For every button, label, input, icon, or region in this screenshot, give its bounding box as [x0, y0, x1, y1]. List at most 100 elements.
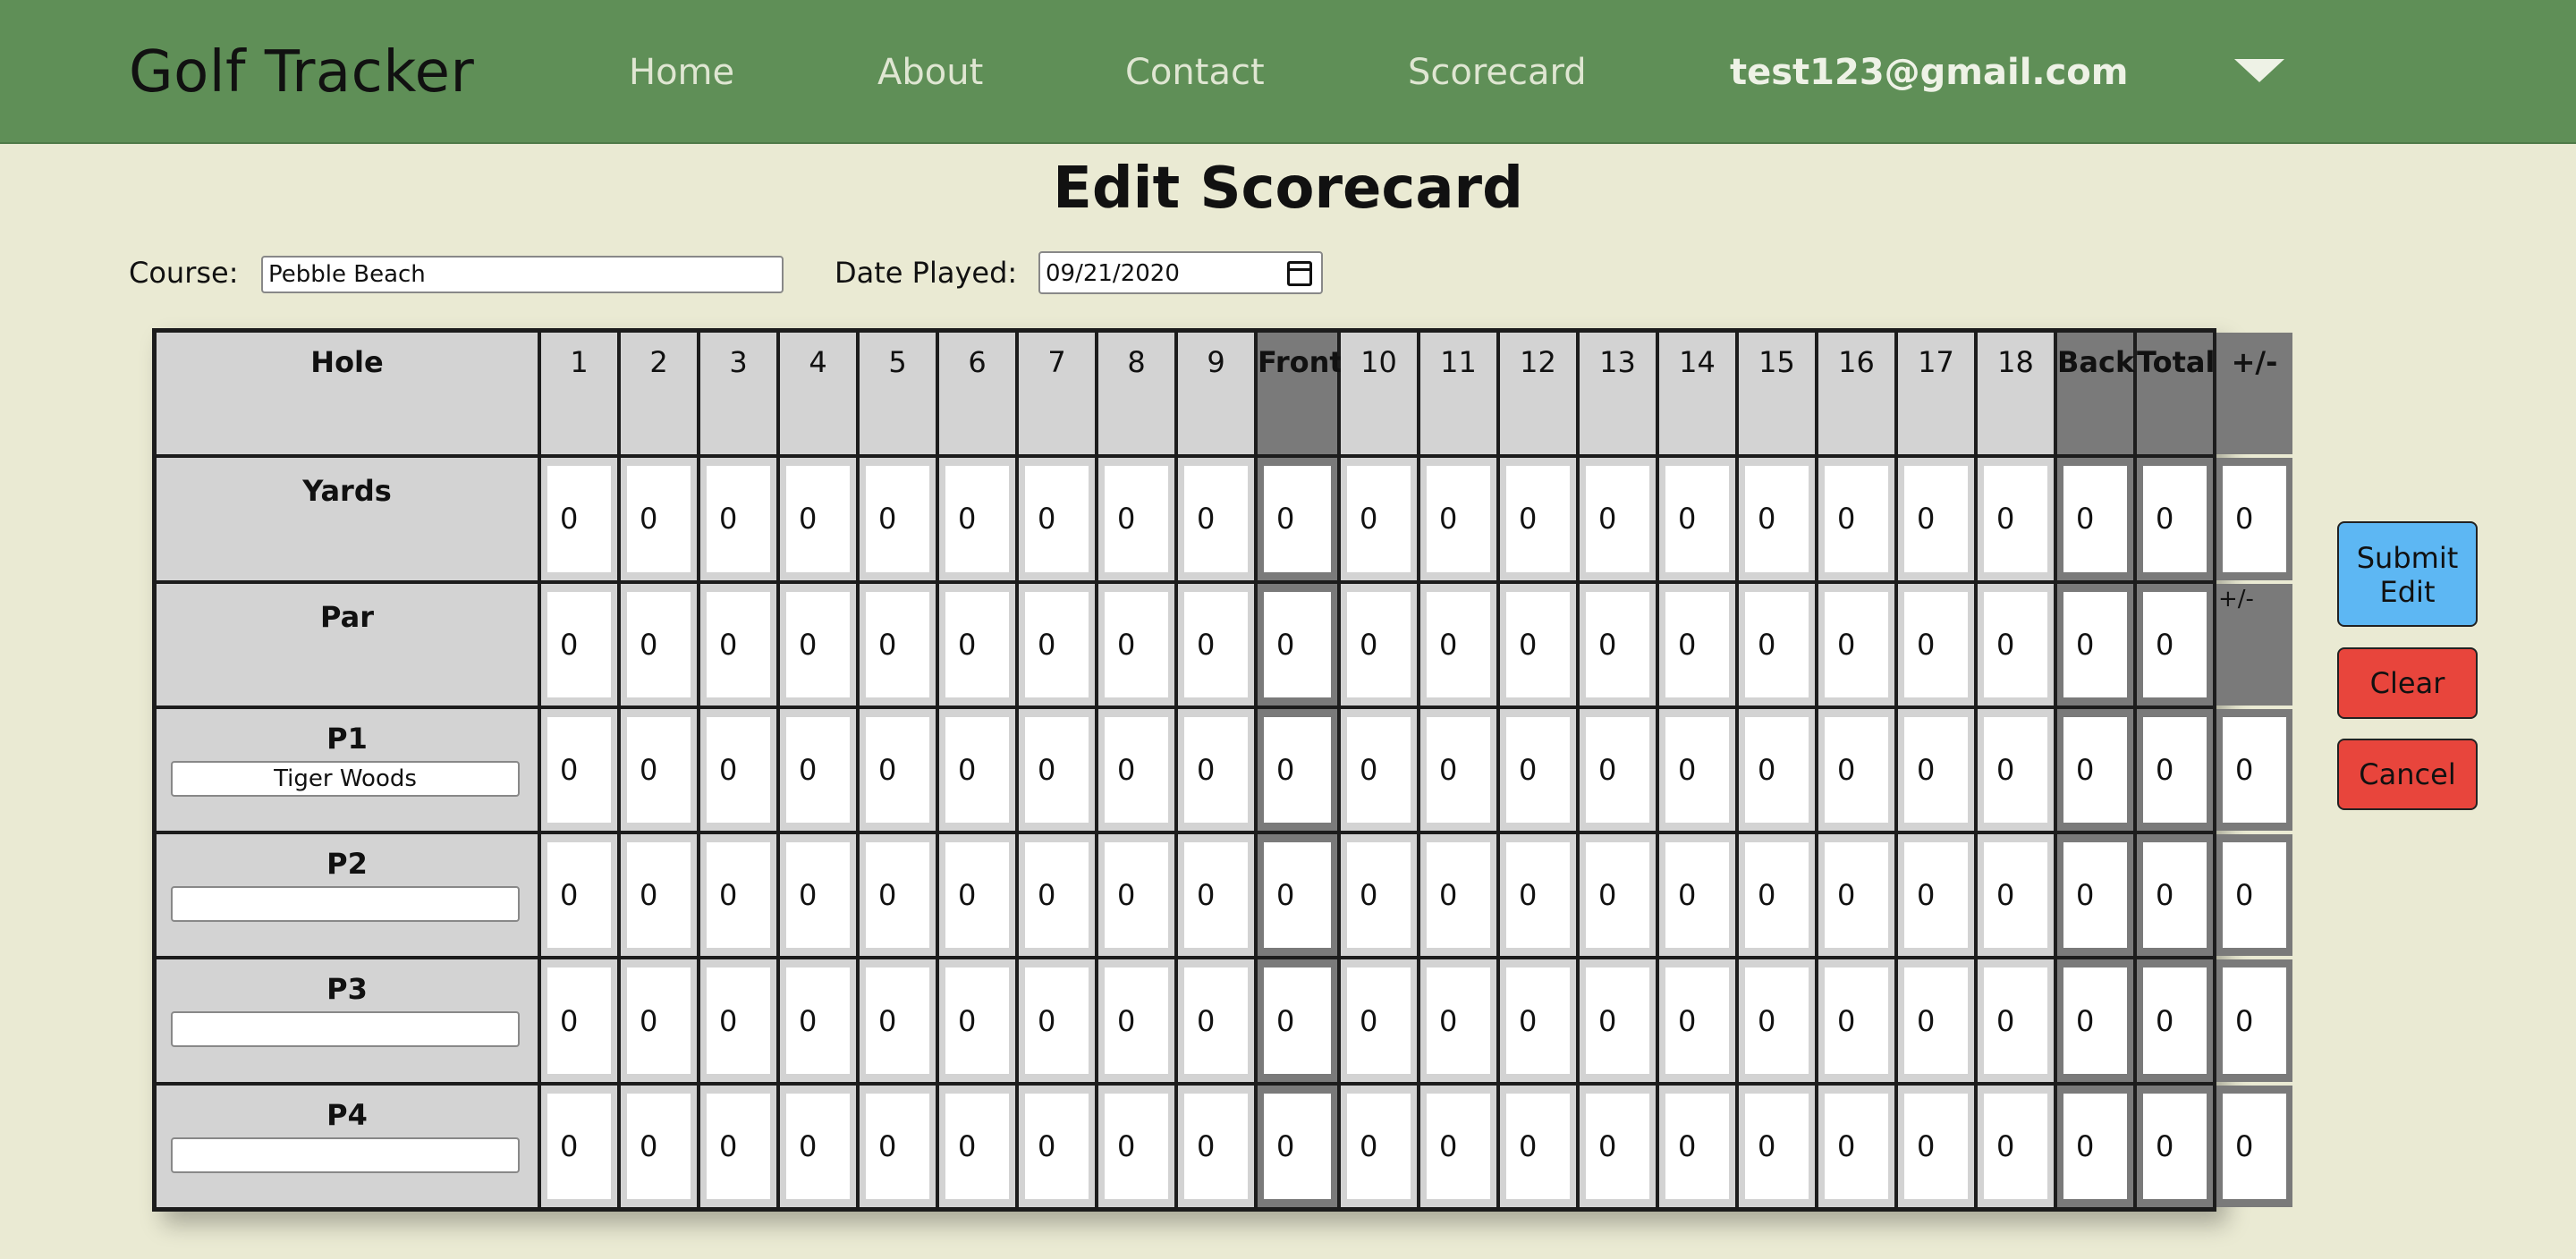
score-input[interactable]: 0	[1825, 842, 1888, 949]
score-input[interactable]: 0	[1586, 1093, 1649, 1199]
score-input[interactable]: 0	[2223, 716, 2286, 824]
score-input[interactable]: 0	[1184, 591, 1248, 697]
score-input[interactable]: 0	[2063, 842, 2127, 949]
nav-link-contact[interactable]: Contact	[1125, 52, 1265, 93]
score-input[interactable]: 0	[1904, 716, 1968, 824]
score-input[interactable]: 0	[1506, 842, 1570, 949]
score-input[interactable]: 0	[2143, 716, 2207, 824]
score-input[interactable]: 0	[547, 716, 611, 824]
score-input[interactable]: 0	[1264, 466, 1331, 572]
score-input[interactable]: 0	[1347, 967, 1411, 1074]
score-input[interactable]: 0	[1105, 466, 1168, 572]
date-input[interactable]: 09/21/2020	[1038, 251, 1323, 294]
score-input[interactable]: 0	[1025, 842, 1089, 949]
score-input[interactable]: 0	[2143, 1093, 2207, 1199]
score-input[interactable]: 0	[786, 716, 850, 824]
score-input[interactable]: 0	[1184, 716, 1248, 824]
score-input[interactable]: 0	[1184, 967, 1248, 1074]
score-input[interactable]: 0	[1586, 842, 1649, 949]
score-input[interactable]: 0	[2063, 591, 2127, 697]
score-input[interactable]: 0	[1904, 591, 1968, 697]
score-input[interactable]: 0	[1904, 466, 1968, 572]
score-input[interactable]: 0	[945, 716, 1009, 824]
nav-link-home[interactable]: Home	[629, 52, 734, 93]
score-input[interactable]: 0	[1105, 591, 1168, 697]
score-input[interactable]: 0	[1427, 716, 1490, 824]
score-input[interactable]: 0	[1904, 1093, 1968, 1199]
score-input[interactable]: 0	[1427, 967, 1490, 1074]
score-input[interactable]: 0	[2223, 842, 2286, 949]
score-input[interactable]: 0	[1264, 842, 1331, 949]
score-input[interactable]: 0	[1347, 466, 1411, 572]
score-input[interactable]: 0	[1825, 1093, 1888, 1199]
score-input[interactable]: 0	[1506, 967, 1570, 1074]
score-input[interactable]: 0	[866, 466, 929, 572]
nav-link-about[interactable]: About	[877, 52, 983, 93]
player-name-input[interactable]	[171, 760, 520, 797]
score-input[interactable]: 0	[1745, 466, 1809, 572]
score-input[interactable]: 0	[945, 967, 1009, 1074]
score-input[interactable]: 0	[1105, 967, 1168, 1074]
player-name-input[interactable]	[171, 1136, 520, 1173]
score-input[interactable]: 0	[1347, 1093, 1411, 1199]
score-input[interactable]: 0	[866, 842, 929, 949]
score-input[interactable]: 0	[1665, 842, 1729, 949]
score-input[interactable]: 0	[1665, 716, 1729, 824]
score-input[interactable]: 0	[945, 591, 1009, 697]
score-input[interactable]: 0	[1347, 716, 1411, 824]
score-input[interactable]: 0	[1984, 967, 2047, 1074]
score-input[interactable]: 0	[945, 1093, 1009, 1199]
score-input[interactable]: 0	[786, 842, 850, 949]
score-input[interactable]: 0	[1347, 842, 1411, 949]
score-input[interactable]: 0	[1825, 591, 1888, 697]
score-input[interactable]: 0	[1025, 716, 1089, 824]
score-input[interactable]: 0	[866, 1093, 929, 1199]
score-input[interactable]: 0	[627, 967, 691, 1074]
score-input[interactable]: 0	[1184, 842, 1248, 949]
score-input[interactable]: 0	[786, 591, 850, 697]
score-input[interactable]: 0	[945, 466, 1009, 572]
score-input[interactable]: 0	[1665, 466, 1729, 572]
score-input[interactable]: 0	[2223, 1093, 2286, 1199]
cancel-button[interactable]: Cancel	[2337, 739, 2478, 810]
calendar-icon[interactable]	[1287, 261, 1312, 286]
nav-link-scorecard[interactable]: Scorecard	[1408, 52, 1587, 93]
score-input[interactable]: 0	[1745, 591, 1809, 697]
score-input[interactable]: 0	[2223, 967, 2286, 1074]
score-input[interactable]: 0	[1745, 967, 1809, 1074]
score-input[interactable]: 0	[627, 842, 691, 949]
score-input[interactable]: 0	[1984, 466, 2047, 572]
score-input[interactable]: 0	[547, 967, 611, 1074]
score-input[interactable]: 0	[2063, 967, 2127, 1074]
score-input[interactable]: 0	[1984, 716, 2047, 824]
score-input[interactable]: 0	[1264, 591, 1331, 697]
score-input[interactable]: 0	[1665, 591, 1729, 697]
score-input[interactable]: 0	[707, 1093, 770, 1199]
score-input[interactable]: 0	[1984, 1093, 2047, 1199]
score-input[interactable]: 0	[945, 842, 1009, 949]
score-input[interactable]: 0	[1025, 1093, 1089, 1199]
score-input[interactable]: 0	[627, 1093, 691, 1199]
score-input[interactable]: 0	[547, 842, 611, 949]
score-input[interactable]: 0	[786, 1093, 850, 1199]
score-input[interactable]: 0	[786, 466, 850, 572]
score-input[interactable]: 0	[1825, 967, 1888, 1074]
score-input[interactable]: 0	[1825, 716, 1888, 824]
score-input[interactable]: 0	[1105, 842, 1168, 949]
score-input[interactable]: 0	[1347, 591, 1411, 697]
score-input[interactable]: 0	[547, 466, 611, 572]
score-input[interactable]: 0	[1184, 466, 1248, 572]
score-input[interactable]: 0	[2143, 842, 2207, 949]
clear-button[interactable]: Clear	[2337, 647, 2478, 719]
score-input[interactable]: 0	[1745, 842, 1809, 949]
score-input[interactable]: 0	[1427, 591, 1490, 697]
player-name-input[interactable]	[171, 886, 520, 923]
score-input[interactable]: 0	[547, 1093, 611, 1199]
score-input[interactable]: 0	[1025, 466, 1089, 572]
score-input[interactable]: 0	[1427, 842, 1490, 949]
score-input[interactable]: 0	[1427, 466, 1490, 572]
score-input[interactable]: 0	[1586, 466, 1649, 572]
score-input[interactable]: 0	[1105, 1093, 1168, 1199]
score-input[interactable]: 0	[627, 466, 691, 572]
score-input[interactable]: 0	[2223, 466, 2286, 572]
